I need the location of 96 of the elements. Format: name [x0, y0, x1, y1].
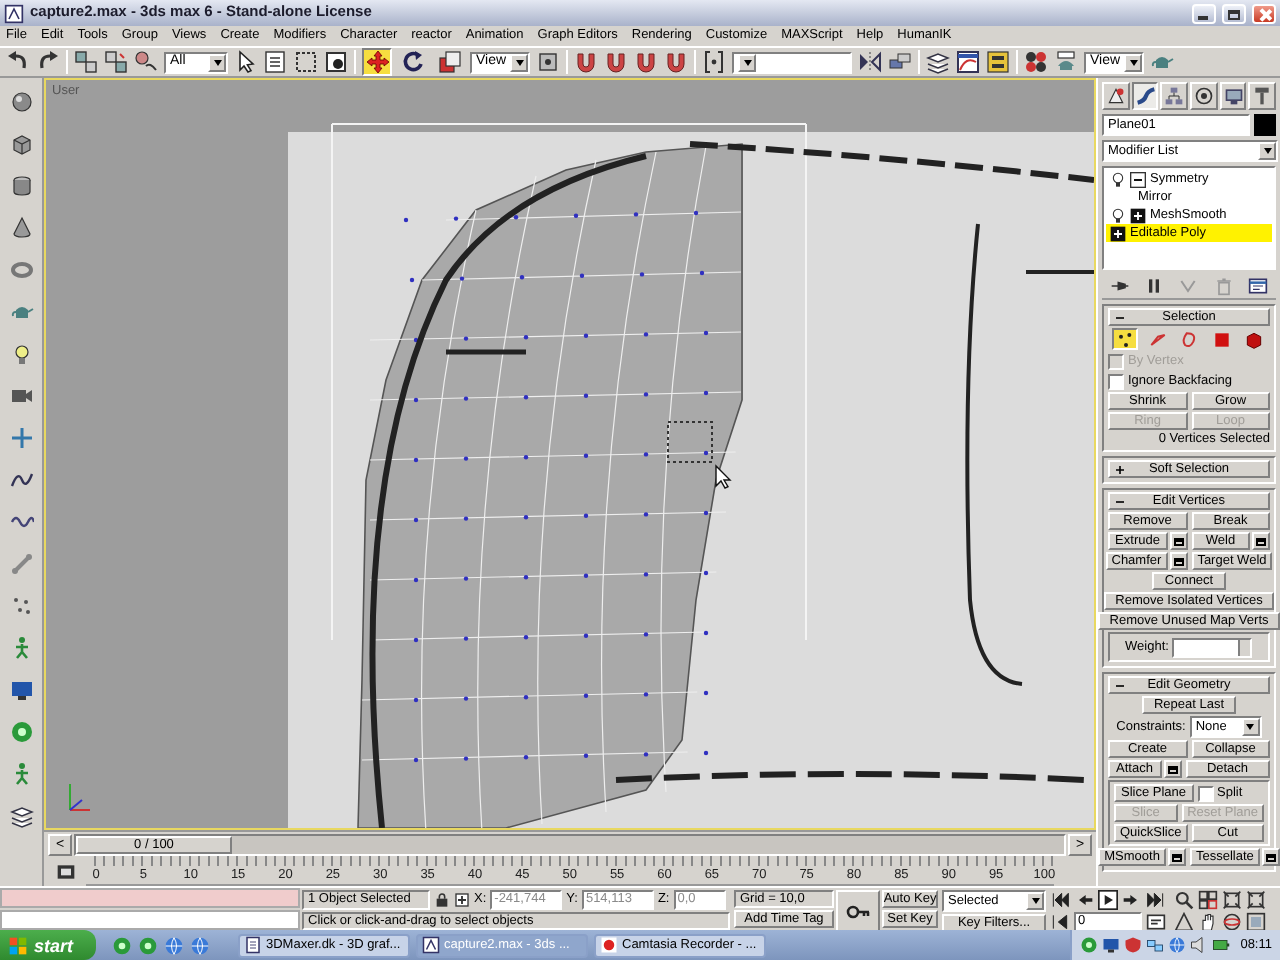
expand-icon[interactable] [1114, 464, 1126, 477]
settings-button[interactable] [1261, 848, 1280, 867]
filmstrip-icon[interactable] [55, 861, 75, 881]
cursor-icon[interactable] [234, 50, 258, 74]
set-key-button[interactable] [836, 890, 880, 930]
redo-icon[interactable] [36, 50, 60, 74]
torus-icon[interactable] [9, 258, 33, 282]
render-icon[interactable] [1054, 50, 1078, 74]
link-icon[interactable] [74, 50, 98, 74]
zoom-all-icon[interactable] [1198, 890, 1218, 910]
mirror-icon[interactable] [858, 50, 882, 74]
play-icon[interactable] [1098, 890, 1118, 910]
go-to-start-icon[interactable] [1050, 890, 1070, 910]
pin-icon[interactable] [1109, 276, 1130, 296]
record-icon [600, 936, 618, 954]
zoom-icon[interactable] [1174, 890, 1194, 910]
selection-marquee [667, 421, 713, 463]
maximize-viewport-icon[interactable] [1246, 912, 1266, 930]
object-color-swatch[interactable] [1254, 114, 1276, 136]
helper-icon[interactable] [9, 426, 33, 450]
region-icon[interactable] [294, 50, 318, 74]
cursor-icon [715, 464, 732, 489]
collapse-icon[interactable] [1114, 496, 1126, 509]
cylinder-icon[interactable] [9, 174, 33, 198]
key-mode-icon[interactable] [1050, 912, 1070, 930]
material-editor-icon[interactable] [1024, 50, 1048, 74]
spline-icon[interactable] [9, 468, 33, 492]
schematic-icon[interactable] [986, 50, 1010, 74]
time-configuration-icon[interactable] [1146, 912, 1166, 930]
previous-frame-icon[interactable] [1074, 890, 1094, 910]
circle-icon[interactable] [9, 720, 33, 744]
app-icon [4, 3, 24, 23]
cone-icon[interactable] [9, 216, 33, 240]
circle-icon[interactable] [138, 935, 158, 955]
collapse-icon[interactable] [1114, 680, 1126, 693]
shield-icon[interactable] [1124, 936, 1143, 954]
show-end-result-icon[interactable] [1144, 276, 1165, 296]
layers-icon[interactable] [926, 50, 950, 74]
settings-button[interactable] [1169, 552, 1188, 571]
curve-editor-icon[interactable] [956, 50, 980, 74]
document-icon [244, 936, 262, 954]
orbit-icon[interactable] [1222, 912, 1242, 930]
named-selection-dropdown[interactable] [732, 51, 852, 73]
magnet-icon[interactable] [634, 50, 658, 74]
network-icon[interactable] [1146, 936, 1165, 954]
magnet-icon[interactable] [574, 50, 598, 74]
restore-button[interactable] [1222, 3, 1246, 23]
collapse-icon[interactable] [1114, 312, 1126, 324]
go-to-end-icon[interactable] [1146, 890, 1166, 910]
axis-tripod-icon [69, 783, 91, 811]
app-icon [422, 936, 440, 954]
monitor-icon[interactable] [1102, 936, 1121, 954]
box-icon[interactable] [9, 132, 33, 156]
minimize-button[interactable] [1192, 3, 1216, 23]
settings-button[interactable] [1252, 532, 1270, 551]
bind-icon[interactable] [134, 50, 158, 74]
light-icon[interactable] [9, 342, 33, 366]
zoom-extents-icon[interactable] [1222, 890, 1242, 910]
configure-icon[interactable] [1248, 276, 1269, 296]
monitor-icon[interactable] [9, 678, 33, 702]
speaker-icon[interactable] [1190, 936, 1209, 954]
align-icon[interactable] [888, 50, 912, 74]
next-frame-icon[interactable] [1122, 890, 1142, 910]
settings-button[interactable] [1163, 760, 1181, 779]
camera-icon[interactable] [9, 384, 33, 408]
circle-icon[interactable] [112, 935, 132, 955]
close-button[interactable] [1252, 3, 1276, 23]
listener-input[interactable] [0, 888, 300, 908]
magnet-icon[interactable] [604, 50, 628, 74]
weight-spinner[interactable] [1172, 637, 1253, 658]
pivot-icon[interactable] [536, 50, 560, 74]
absolute-mode-icon[interactable] [454, 892, 470, 908]
checkbox[interactable] [1108, 373, 1124, 389]
pan-icon[interactable] [1198, 912, 1218, 930]
layers-icon[interactable] [9, 804, 33, 828]
lock-icon[interactable] [434, 892, 450, 908]
light-bulb-icon[interactable] [1110, 207, 1126, 223]
checkbox[interactable] [1197, 785, 1213, 802]
battery-icon[interactable] [1212, 936, 1231, 954]
sphere-icon[interactable] [9, 90, 33, 114]
window-crossing-icon[interactable] [324, 50, 348, 74]
magnet-icon[interactable] [664, 50, 688, 74]
list-icon[interactable] [264, 50, 288, 74]
settings-button[interactable] [1167, 848, 1186, 867]
settings-button[interactable] [1169, 532, 1187, 551]
undo-icon[interactable] [6, 50, 30, 74]
collapse-icon[interactable] [1130, 171, 1146, 187]
globe-icon[interactable] [164, 935, 184, 955]
particles-icon[interactable] [9, 594, 33, 618]
windows-logo-icon [8, 935, 28, 955]
named-selection-icon[interactable] [702, 50, 726, 74]
light-bulb-icon[interactable] [1110, 171, 1126, 187]
start-button[interactable]: start [0, 930, 96, 960]
unlink-icon[interactable] [104, 50, 128, 74]
zoom-extents-all-icon[interactable] [1246, 890, 1266, 910]
globe-icon[interactable] [190, 935, 210, 955]
